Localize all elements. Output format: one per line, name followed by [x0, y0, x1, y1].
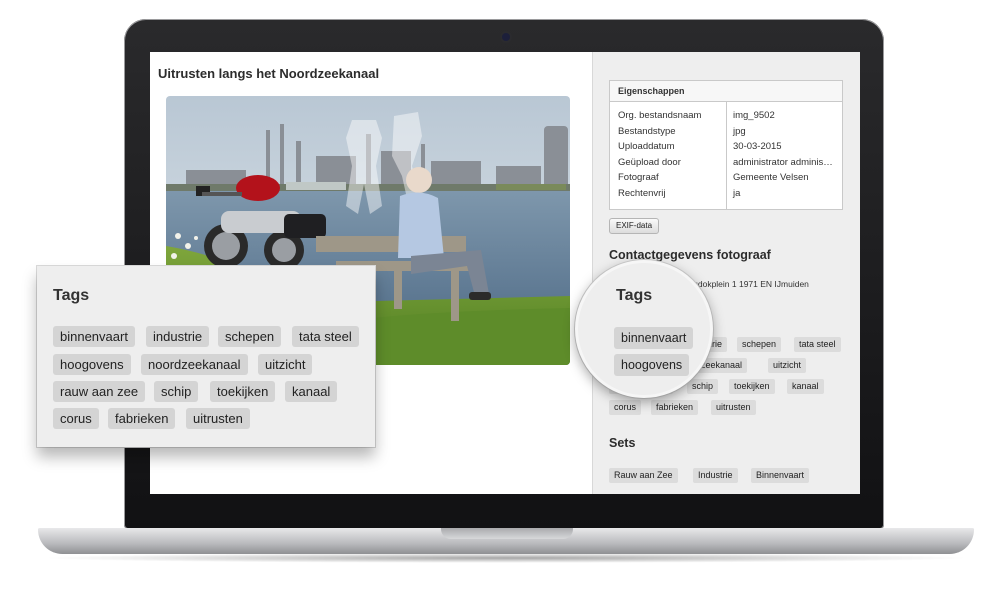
- zoom-tag[interactable]: schepen: [218, 326, 282, 347]
- zoom-tag[interactable]: hoogovens: [53, 354, 131, 375]
- property-row: Geüpload door administrator adminis…: [610, 154, 842, 170]
- property-row: Org. bestandsnaam img_9502: [610, 108, 842, 124]
- zoom-tag[interactable]: corus: [53, 408, 99, 429]
- tag-item[interactable]: uitrusten: [711, 400, 756, 415]
- property-row: Bestandstype jpg: [610, 123, 842, 139]
- set-item[interactable]: Binnenvaart: [751, 468, 810, 483]
- tag-item[interactable]: corus: [609, 400, 642, 415]
- properties-table: Eigenschappen Org. bestandsnaam img_9502 …: [609, 80, 843, 210]
- tags-zoom-card: Tags binnenvaart industrie schepen tata …: [37, 266, 375, 447]
- zoom-tag[interactable]: uitrusten: [186, 408, 250, 429]
- laptop-notch: [441, 528, 573, 539]
- magnifier-tag[interactable]: hoogovens: [614, 354, 690, 376]
- property-row: Fotograaf Gemeente Velsen: [610, 170, 842, 186]
- sets-title: Sets: [609, 436, 636, 450]
- zoom-tag[interactable]: binnenvaart: [53, 326, 135, 347]
- zoom-tag[interactable]: uitzicht: [258, 354, 313, 375]
- zoom-tag[interactable]: industrie: [146, 326, 210, 347]
- magnifier-tag[interactable]: binnenvaart: [614, 327, 694, 349]
- tag-item[interactable]: tata steel: [794, 337, 841, 352]
- tag-item[interactable]: toekijken: [729, 379, 775, 394]
- set-item[interactable]: Industrie: [693, 468, 738, 483]
- zoom-tag[interactable]: tata steel: [292, 326, 359, 347]
- tags-magnifier: Tags binnenvaart hoogovens: [575, 260, 713, 398]
- camera-dot: [502, 33, 510, 41]
- tag-item[interactable]: kanaal: [787, 379, 824, 394]
- laptop-shadow: [40, 553, 972, 563]
- zoom-tag[interactable]: rauw aan zee: [53, 381, 146, 402]
- zoom-tag[interactable]: schip: [154, 381, 199, 402]
- tag-item[interactable]: schip: [687, 379, 719, 394]
- zoom-tag[interactable]: noordzeekanaal: [141, 354, 248, 375]
- zoom-tag[interactable]: fabrieken: [108, 408, 176, 429]
- set-item[interactable]: Rauw aan Zee: [609, 468, 678, 483]
- tag-item[interactable]: fabrieken: [651, 400, 699, 415]
- page-title: Uitrusten langs het Noordzeekanaal: [158, 66, 380, 81]
- magnifier-tags-title: Tags: [616, 287, 653, 304]
- property-row: Uploaddatum 30-03-2015: [610, 139, 842, 155]
- tag-item[interactable]: schepen: [737, 337, 782, 352]
- exif-data-button[interactable]: EXIF-data: [609, 218, 660, 234]
- property-row: Rechtenvrij ja: [610, 185, 842, 201]
- contact-address: Dudokplein 1 1971 EN IJmuiden: [687, 279, 809, 289]
- zoom-tag[interactable]: kanaal: [285, 381, 338, 402]
- zoom-tags-title: Tags: [53, 287, 90, 304]
- zoom-tag[interactable]: toekijken: [210, 381, 276, 402]
- properties-header: Eigenschappen: [610, 81, 842, 102]
- tag-item[interactable]: uitzicht: [768, 358, 807, 373]
